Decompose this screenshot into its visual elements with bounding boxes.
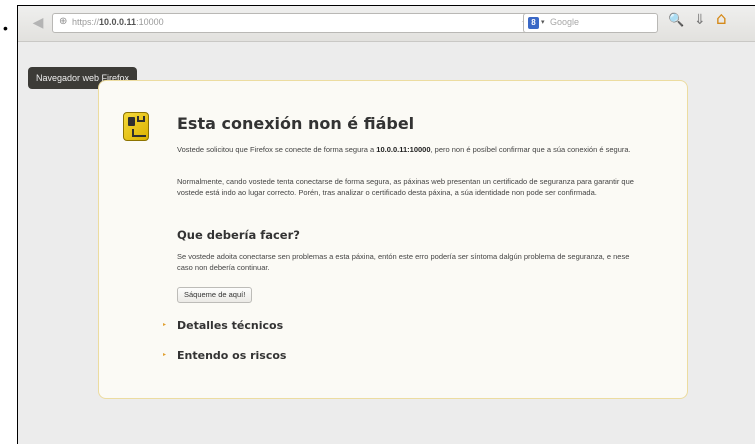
url-text[interactable]: https://10.0.0.11:10000 [72, 17, 164, 27]
technical-details-label[interactable]: Detalles técnicos [177, 319, 283, 332]
p1-host: 10.0.0.11:10000 [376, 145, 431, 154]
what-should-i-do-heading: Que debería facer? [177, 228, 300, 242]
url-host: 10.0.0.11 [99, 17, 137, 27]
back-button[interactable]: ◀ [28, 13, 48, 33]
site-identity-icon[interactable]: ⊕ [59, 16, 67, 27]
home-icon[interactable]: ⌂ [716, 9, 727, 29]
download-icon[interactable]: ⇓ [694, 12, 706, 28]
search-icon[interactable]: 🔍 [668, 13, 684, 28]
understand-risks-label[interactable]: Entendo os riscos [177, 349, 286, 362]
error-description: Vostede solicitou que Firefox se conecte… [177, 144, 647, 155]
search-engine-icon[interactable]: 8 [528, 17, 539, 29]
page-title: Esta conexión non é fiábel [177, 114, 415, 133]
url-scheme: https:// [72, 17, 100, 27]
url-port: :10000 [136, 17, 164, 27]
expander-triangle-icon: ▸ [163, 321, 167, 328]
navigation-toolbar: ◀ ⊕ https://10.0.0.11:10000 ☆ ▾ 8 ▾ Goog… [18, 6, 755, 42]
search-bar[interactable]: 8 ▾ Google [523, 13, 658, 33]
list-bullet: • [3, 20, 8, 36]
expander-triangle-icon: ▸ [163, 351, 167, 358]
certificate-warning-icon [123, 112, 149, 141]
certificate-explanation: Normalmente, cando vostede tenta conecta… [177, 177, 634, 197]
advice-text: Se vostede adoita conectarse sen problem… [177, 252, 630, 272]
url-bar[interactable]: ⊕ https://10.0.0.11:10000 ☆ ▾ [52, 13, 592, 33]
get-me-out-button[interactable]: Sáqueme de aquí! [177, 287, 253, 303]
cert-error-container: Esta conexión non é fiábel Vostede solic… [98, 80, 688, 399]
p1-before: Vostede solicitou que Firefox se conecte… [177, 145, 377, 154]
p1-after: , pero non é posíbel confirmar que a súa… [430, 145, 631, 154]
search-engine-dropdown-icon[interactable]: ▾ [541, 18, 545, 26]
search-input[interactable]: Google [550, 17, 579, 27]
back-arrow-icon: ◀ [32, 15, 44, 31]
browser-window: ◀ ⊕ https://10.0.0.11:10000 ☆ ▾ 8 ▾ Goog… [17, 5, 755, 444]
